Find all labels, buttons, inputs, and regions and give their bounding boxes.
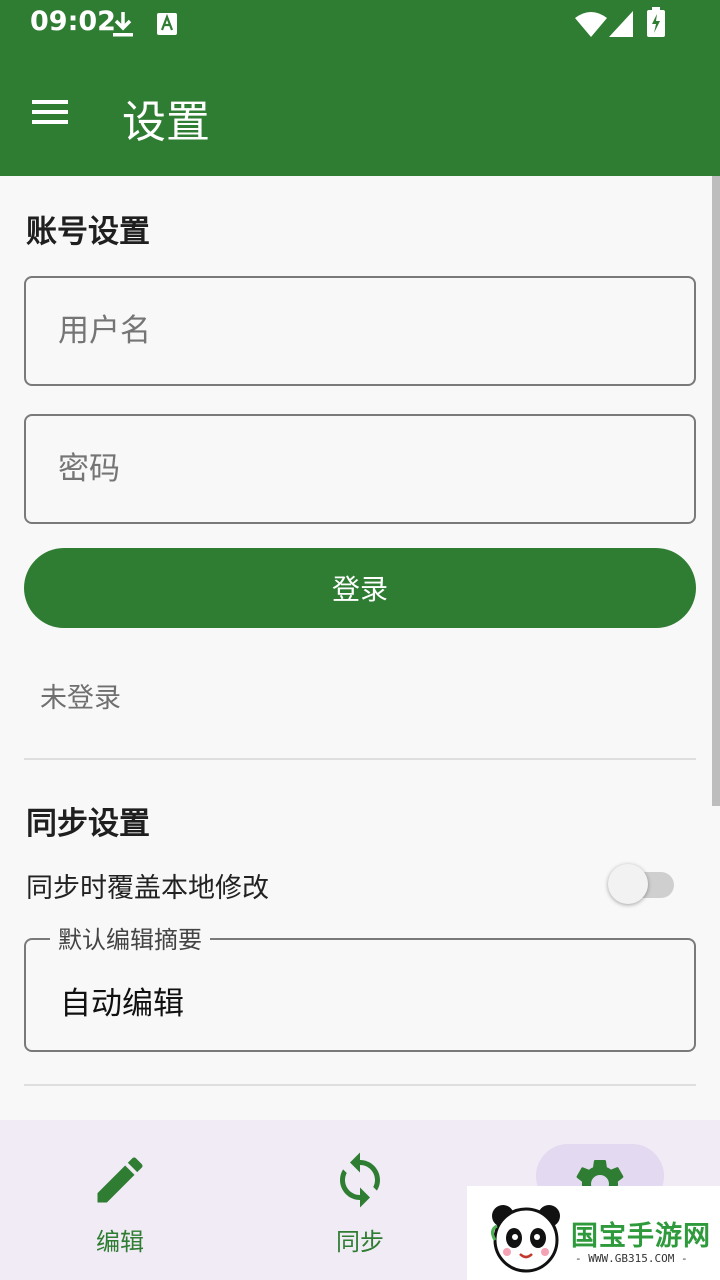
menu-icon [32,100,68,124]
edit-summary-label: 默认编辑摘要 [50,920,210,955]
watermark-url: - WWW.GB315.COM - [575,1252,688,1265]
status-time: 09:02 [30,6,116,37]
menu-button[interactable] [30,92,82,132]
sync-icon [340,1152,380,1208]
nav-item-sync[interactable]: 同步 [240,1120,480,1280]
account-section-title: 账号设置 [26,214,150,250]
login-status: 未登录 [40,683,121,714]
nav-label-sync: 同步 [336,1228,384,1256]
status-bar: 09:02 [0,0,720,48]
edit-summary-field[interactable]: 默认编辑摘要 自动编辑 [24,920,696,1052]
download-icon [113,12,133,37]
wifi-icon [575,12,607,37]
pencil-icon [97,1157,143,1203]
watermark-brand: 国宝手游网 [571,1221,711,1252]
nav-label-edit: 编辑 [96,1228,144,1256]
username-field[interactable] [24,276,696,386]
switch-thumb [608,864,648,904]
password-field[interactable] [24,414,696,524]
panda-logo-icon [490,1205,560,1273]
battery-charging-icon [647,7,665,37]
page-title: 设置 [122,97,210,148]
overwrite-local-switch[interactable] [608,864,678,906]
divider [24,1084,696,1086]
scrollbar[interactable] [712,176,720,806]
nav-item-edit[interactable]: 编辑 [0,1120,240,1280]
app-bar: 设置 [0,48,720,176]
sync-section-title: 同步设置 [26,806,150,842]
divider [24,758,696,760]
watermark: 国宝手游网 - WWW.GB315.COM - [467,1186,720,1280]
a-box-icon [157,13,177,35]
signal-icon [609,11,633,37]
overwrite-local-label: 同步时覆盖本地修改 [26,873,269,904]
login-button[interactable]: 登录 [24,548,696,628]
edit-summary-value: 自动编辑 [60,986,184,1022]
